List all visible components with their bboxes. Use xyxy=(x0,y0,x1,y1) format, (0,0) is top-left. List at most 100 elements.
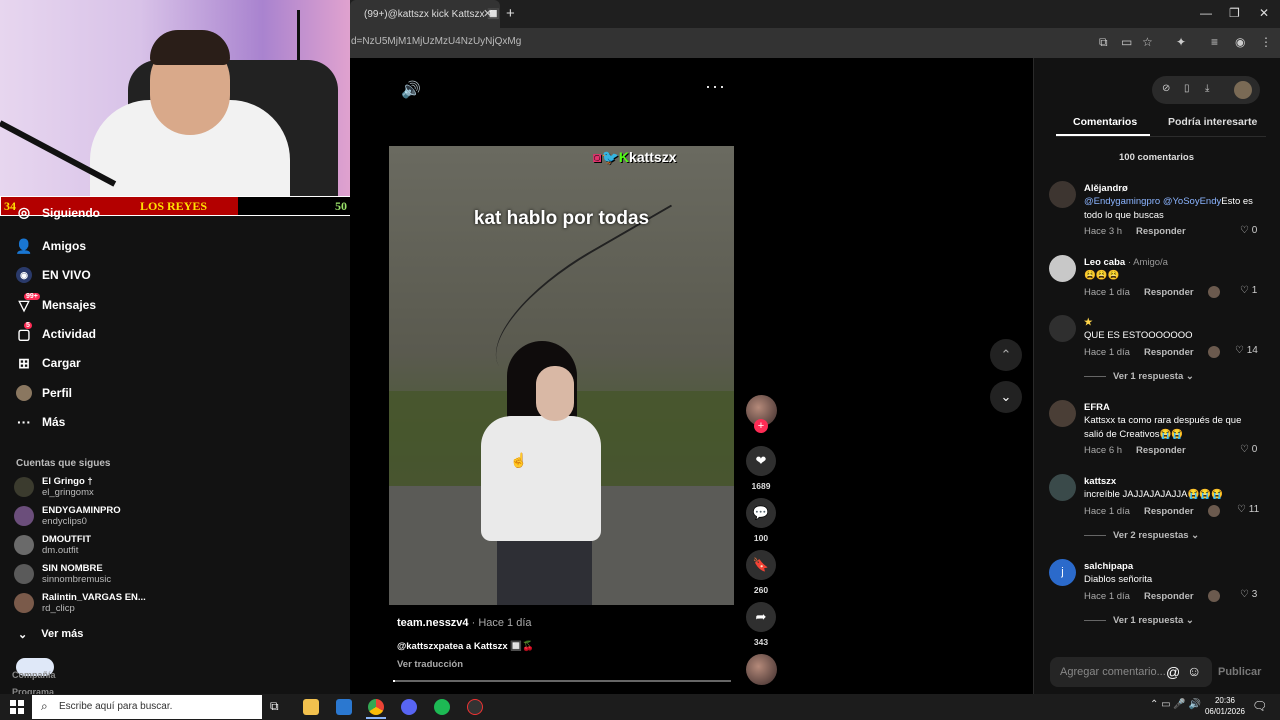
previous-video-button[interactable]: ⌃ xyxy=(990,339,1022,371)
reply-button[interactable]: Responder xyxy=(1136,445,1186,456)
account-item[interactable]: Ralintin_VARGAS EN... rd_clicp xyxy=(14,592,146,614)
obs-icon[interactable] xyxy=(467,699,483,715)
sidebar-item-profile[interactable]: Perfil xyxy=(16,382,72,404)
avatar[interactable] xyxy=(1049,315,1076,342)
mention-icon[interactable]: @ xyxy=(1166,664,1180,680)
comment-user[interactable]: kattszx xyxy=(1084,476,1116,487)
restore-icon[interactable]: ❐ xyxy=(1229,6,1240,20)
discord-icon[interactable] xyxy=(401,699,417,715)
download-icon[interactable]: ⤓ xyxy=(1205,83,1209,94)
store-icon[interactable] xyxy=(336,699,352,715)
sidebar-item-messages[interactable]: ▽ 99+ Mensajes xyxy=(16,293,96,316)
reply-button[interactable]: Responder xyxy=(1144,506,1194,517)
browser-tab[interactable]: (99+)@kattszx kick Kattszx 🔲🍒 xyxy=(350,0,500,28)
compass-icon[interactable]: ⊘ xyxy=(1162,83,1170,94)
comment-user[interactable]: Alějandrø xyxy=(1084,183,1128,194)
sidebar-item-activity[interactable]: ▢ 5 Actividad xyxy=(16,322,96,345)
close-window-icon[interactable]: ✕ xyxy=(1259,6,1269,20)
next-video-button[interactable]: ⌄ xyxy=(990,381,1022,413)
account-item[interactable]: DMOUTFIT dm.outfit xyxy=(14,534,91,556)
chrome-icon[interactable] xyxy=(368,699,384,715)
windows-start-icon[interactable] xyxy=(10,700,24,714)
more-options-icon[interactable]: ··· xyxy=(705,76,726,97)
view-replies-button[interactable]: Ver 1 respuesta ⌄ xyxy=(1113,615,1194,626)
view-replies-button[interactable]: Ver 2 respuestas ⌄ xyxy=(1113,530,1199,541)
comment-user[interactable]: Leo caba · Amigo/a xyxy=(1084,257,1168,268)
url-text[interactable]: d=NzU5MjM1MjUzMzU4NzUyNjQxMg xyxy=(351,36,521,47)
see-more-button[interactable]: ⌄ Ver más xyxy=(18,628,83,641)
account-item[interactable]: El Gringo † el_gringomx xyxy=(14,476,94,498)
system-tray[interactable]: ⌃ ▭ 🎤 🔊 xyxy=(1150,699,1201,710)
tab-comments[interactable]: Comentarios xyxy=(1073,116,1137,128)
comment-button[interactable]: 💬 xyxy=(746,498,776,528)
save-button[interactable]: 🔖 xyxy=(746,550,776,580)
comment-like[interactable]: ♡ 11 xyxy=(1237,504,1259,515)
cast-icon[interactable]: ▭ xyxy=(1121,35,1132,49)
sidebar-item-upload[interactable]: ⊞ Cargar xyxy=(16,352,81,374)
extensions-icon[interactable]: ✦ xyxy=(1176,35,1186,49)
avatar[interactable] xyxy=(1049,474,1076,501)
footer-company[interactable]: Compañía xyxy=(12,670,56,680)
clock-date[interactable]: 06/01/2026 xyxy=(1203,707,1247,716)
view-replies-button[interactable]: Ver 1 respuesta ⌄ xyxy=(1113,371,1194,382)
like-button[interactable]: ❤ xyxy=(746,446,776,476)
file-explorer-icon[interactable] xyxy=(303,699,319,715)
account-item[interactable]: ENDYGAMINPRO endyclips0 xyxy=(14,505,121,527)
comment-user[interactable]: salchipapa xyxy=(1084,561,1133,572)
comment-like[interactable]: ♡ 14 xyxy=(1235,345,1258,356)
profile-avatar-icon[interactable]: ◉ xyxy=(1235,35,1245,49)
emoji-icon[interactable]: ☺ xyxy=(1187,663,1201,679)
reply-button[interactable]: Responder xyxy=(1144,347,1194,358)
spotify-icon[interactable] xyxy=(434,699,450,715)
comment-mention[interactable]: @Endygamingpro @YoSoyEndy xyxy=(1084,196,1221,207)
comment-user[interactable]: EFRA xyxy=(1084,402,1110,413)
reply-button[interactable]: Responder xyxy=(1144,591,1194,602)
footer-program[interactable]: Programa xyxy=(12,687,54,694)
reply-button[interactable]: Responder xyxy=(1144,287,1194,298)
comment-user[interactable]: ★ xyxy=(1084,317,1093,328)
translate-icon[interactable]: ⧉ xyxy=(1099,35,1108,50)
comment-like[interactable]: ♡ 0 xyxy=(1240,225,1257,236)
browser-menu-icon[interactable]: ⋮ xyxy=(1260,35,1272,49)
comment-like[interactable]: ♡ 3 xyxy=(1240,589,1257,600)
avatar[interactable] xyxy=(1049,255,1076,282)
video-author[interactable]: team.nesszv4 · Hace 1 día xyxy=(397,617,532,629)
phone-icon[interactable]: ▯ xyxy=(1184,83,1190,94)
account-item[interactable]: SIN NOMBRE sinnombremusic xyxy=(14,563,111,585)
sidebar-item-following[interactable]: ◎ Siguiendo xyxy=(16,206,100,220)
author-name[interactable]: team.nesszv4 xyxy=(397,617,469,629)
chevron-down-icon: ⌄ xyxy=(18,629,28,641)
avatar xyxy=(14,535,34,555)
publish-button[interactable]: Publicar xyxy=(1218,666,1261,678)
avatar[interactable] xyxy=(1049,181,1076,208)
clock-time[interactable]: 20:36 xyxy=(1203,696,1247,705)
task-view-icon[interactable]: ⧉ xyxy=(270,699,286,715)
avatar[interactable] xyxy=(1049,400,1076,427)
user-avatar[interactable] xyxy=(1234,81,1252,99)
minimize-icon[interactable]: — xyxy=(1200,6,1212,20)
taskbar-search-input[interactable]: Escribe aquí para buscar. xyxy=(59,701,172,712)
notification-icon[interactable]: 🗨 xyxy=(1252,699,1267,713)
sidebar-item-friends[interactable]: 👤 Amigos xyxy=(15,235,86,257)
comment-like[interactable]: ♡ 0 xyxy=(1240,444,1257,455)
comment-user-name[interactable]: Leo caba xyxy=(1084,257,1125,268)
bookmark-icon: 🔖 xyxy=(752,557,770,572)
video-progress-bar[interactable] xyxy=(393,680,731,682)
media-icon[interactable]: ≡ xyxy=(1211,35,1218,49)
sound-avatar[interactable] xyxy=(746,654,777,685)
tab-you-may-like[interactable]: Podría interesarte xyxy=(1168,116,1257,128)
avatar[interactable]: j xyxy=(1049,559,1076,586)
comment-input[interactable]: Agregar comentario... xyxy=(1060,666,1166,678)
follow-plus-icon[interactable]: + xyxy=(754,419,768,433)
tab-close-icon[interactable]: ✕ xyxy=(483,7,492,20)
volume-icon[interactable]: 🔊 xyxy=(401,80,421,100)
reply-button[interactable]: Responder xyxy=(1136,226,1186,237)
translate-link[interactable]: Ver traducción xyxy=(397,659,463,670)
sidebar-item-live[interactable]: ◉ EN VIVO xyxy=(16,264,91,286)
sidebar-item-more[interactable]: ··· Más xyxy=(16,411,65,433)
new-tab-button[interactable]: + xyxy=(506,5,515,22)
comment-like[interactable]: ♡ 1 xyxy=(1240,285,1257,296)
bookmark-star-icon[interactable]: ☆ xyxy=(1142,35,1153,49)
score-right: 50 xyxy=(335,199,347,213)
share-button[interactable]: ➦ xyxy=(746,602,776,632)
